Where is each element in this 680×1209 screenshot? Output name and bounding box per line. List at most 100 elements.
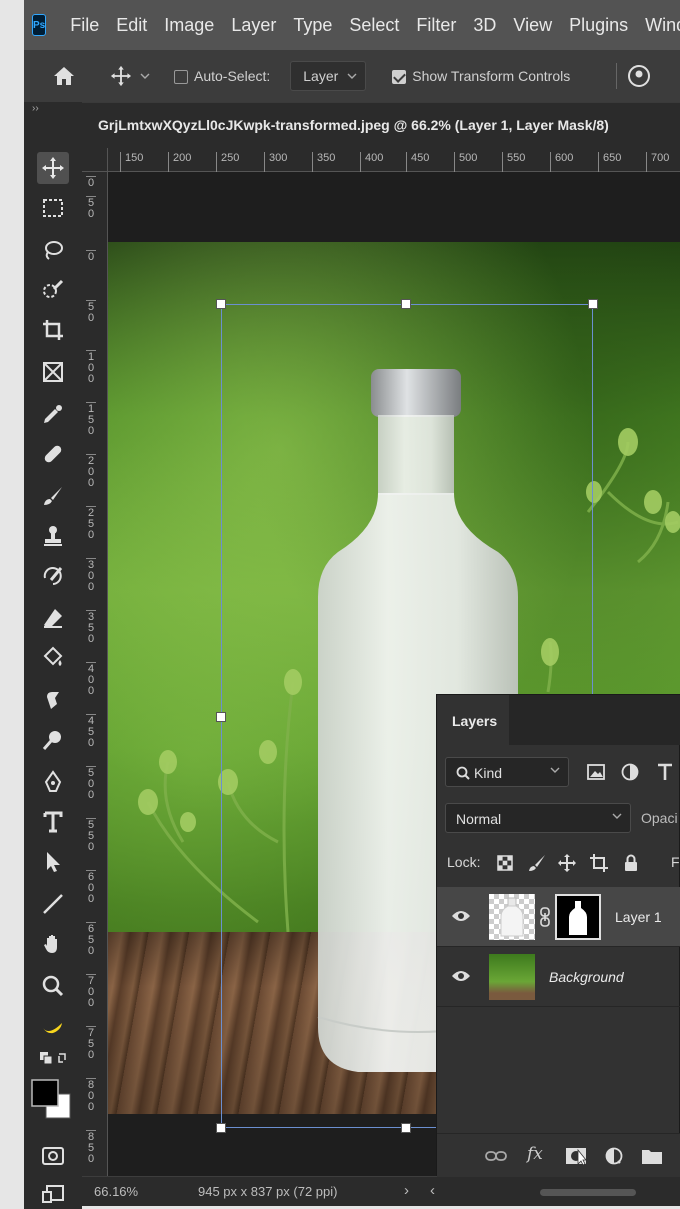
ruler-tick-label: 1 0 0 — [86, 350, 96, 385]
transform-handle-bottom-left[interactable] — [216, 1123, 226, 1133]
status-menu-arrow[interactable]: › — [404, 1182, 409, 1199]
show-transform-label: Show Transform Controls — [412, 67, 571, 84]
pen-tool[interactable] — [39, 768, 67, 796]
type-icon — [43, 811, 63, 833]
smudge-tool[interactable] — [39, 686, 67, 714]
foreground-color-swatch[interactable] — [30, 1078, 74, 1122]
zoom-tool[interactable] — [39, 972, 67, 1000]
background-thumbnail[interactable] — [489, 954, 535, 1000]
checkbox-checked[interactable] — [392, 70, 407, 85]
quick-select-tool[interactable] — [39, 276, 67, 304]
transform-handle-top-left[interactable] — [216, 299, 226, 309]
type-tool[interactable] — [39, 808, 67, 836]
ruler-tick-label: 5 0 — [86, 300, 96, 324]
eraser-tool[interactable] — [39, 604, 67, 632]
eyedropper-tool[interactable] — [39, 400, 67, 428]
lock-image-pixels-icon[interactable] — [527, 853, 547, 873]
lock-all-icon[interactable] — [621, 853, 641, 873]
lock-position-icon[interactable] — [557, 853, 577, 873]
layer-mask-thumbnail[interactable] — [555, 894, 601, 940]
lock-artboard-icon[interactable] — [589, 853, 609, 873]
line-tool[interactable] — [39, 890, 67, 918]
menu-select[interactable]: Select — [349, 15, 399, 36]
history-brush-tool[interactable] — [39, 562, 67, 590]
blend-mode-dropdown[interactable]: Normal — [445, 803, 631, 833]
marquee-tool[interactable] — [39, 194, 67, 222]
frame-tool[interactable] — [39, 358, 67, 386]
paint-bucket-tool[interactable] — [39, 644, 67, 672]
move-tool-preset[interactable] — [110, 65, 150, 87]
add-layer-style-button[interactable]: fx — [527, 1144, 549, 1164]
layer-thumbnail[interactable] — [489, 894, 535, 940]
checkbox-unchecked[interactable] — [174, 70, 188, 85]
healing-brush-tool[interactable] — [39, 440, 67, 468]
visibility-eye-icon[interactable] — [451, 909, 471, 923]
crop-tool[interactable] — [39, 316, 67, 344]
ruler-tick-label: 0 — [86, 176, 96, 189]
menu-window[interactable]: Windo — [645, 15, 680, 36]
ruler-origin[interactable] — [82, 148, 108, 172]
scroll-left-arrow[interactable]: ‹ — [430, 1182, 435, 1199]
add-layer-mask-icon[interactable] — [565, 1146, 587, 1166]
user-icon[interactable] — [627, 64, 651, 88]
move-tool[interactable] — [37, 152, 69, 184]
horizontal-ruler[interactable]: 150 200 250 300 350 400 450 500 550 600 … — [108, 148, 680, 172]
menu-plugins[interactable]: Plugins — [569, 15, 628, 36]
color-swatches[interactable] — [30, 1078, 74, 1122]
lock-row: Lock: F — [447, 851, 680, 875]
layer-row-layer-1[interactable]: Layer 1 — [437, 887, 680, 947]
menu-edit[interactable]: Edit — [116, 15, 147, 36]
filter-pixel-icon[interactable] — [586, 762, 606, 782]
menu-type[interactable]: Type — [293, 15, 332, 36]
lock-transparent-pixels-icon[interactable] — [495, 853, 515, 873]
ruler-tick-label: 2 0 0 — [86, 454, 96, 489]
horizontal-scrollbar[interactable] — [540, 1189, 636, 1196]
visibility-eye-icon[interactable] — [451, 969, 471, 983]
marquee-icon — [43, 199, 63, 217]
link-mask-icon[interactable] — [539, 907, 551, 927]
layer-row-background[interactable]: Background — [437, 947, 680, 1007]
menu-filter[interactable]: Filter — [416, 15, 456, 36]
transform-handle-bottom-center[interactable] — [401, 1123, 411, 1133]
ruler-tick-label: 700 — [646, 152, 669, 172]
menu-view[interactable]: View — [513, 15, 552, 36]
document-title: GrjLmtxwXQyzLl0cJKwpk-transformed.jpeg @… — [98, 117, 609, 133]
dodge-tool[interactable] — [39, 726, 67, 754]
new-group-icon[interactable] — [641, 1146, 663, 1166]
hand-icon — [44, 935, 57, 953]
filter-type-icon[interactable] — [655, 762, 675, 782]
hand-tool[interactable] — [39, 930, 67, 958]
vertical-ruler[interactable]: 0 5 0 0 5 0 1 0 0 1 5 0 2 0 0 2 5 0 3 0 … — [82, 172, 108, 1176]
new-adjustment-layer-icon[interactable] — [603, 1146, 625, 1166]
clone-stamp-tool[interactable] — [39, 522, 67, 550]
banana-tool[interactable] — [39, 1012, 67, 1040]
menu-3d[interactable]: 3D — [473, 15, 496, 36]
transform-handle-middle-left[interactable] — [216, 712, 226, 722]
lock-label: Lock: — [447, 854, 481, 870]
home-icon[interactable] — [52, 64, 76, 88]
tab-layers[interactable]: Layers — [437, 695, 509, 745]
default-colors-button[interactable] — [39, 1050, 69, 1070]
layer-name[interactable]: Layer 1 — [615, 909, 662, 925]
menu-layer[interactable]: Layer — [231, 15, 276, 36]
transform-handle-top-right[interactable] — [588, 299, 598, 309]
auto-select-target-dropdown[interactable]: Layer — [290, 61, 367, 91]
collapse-panels-button[interactable]: ›› — [24, 102, 82, 116]
auto-select-checkbox[interactable]: Auto-Select: — [174, 68, 270, 85]
path-select-tool[interactable] — [39, 848, 67, 876]
link-layers-icon[interactable] — [485, 1146, 507, 1166]
document-tab[interactable]: GrjLmtxwXQyzLl0cJKwpk-transformed.jpeg @… — [82, 102, 680, 148]
filter-adjustment-icon[interactable] — [620, 762, 640, 782]
filter-kind-dropdown[interactable]: Kind — [445, 757, 569, 787]
layer-name[interactable]: Background — [549, 969, 624, 985]
transform-handle-top-center[interactable] — [401, 299, 411, 309]
menu-bar: Ps File Edit Image Layer Type Select Fil… — [24, 0, 680, 50]
show-transform-controls-checkbox[interactable]: Show Transform Controls — [392, 67, 571, 85]
lasso-tool[interactable] — [39, 236, 67, 264]
screen-mode-button[interactable] — [39, 1180, 67, 1208]
brush-tool[interactable] — [39, 482, 67, 510]
menu-image[interactable]: Image — [164, 15, 214, 36]
zoom-level[interactable]: 66.16% — [94, 1184, 138, 1199]
quick-mask-button[interactable] — [39, 1142, 67, 1170]
menu-file[interactable]: File — [70, 15, 99, 36]
